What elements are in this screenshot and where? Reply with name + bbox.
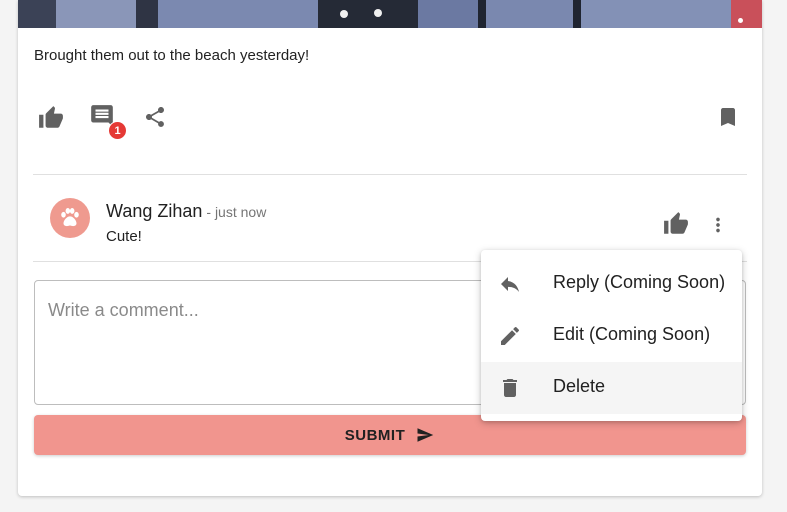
post-caption: Brought them out to the beach yesterday! [34,47,310,64]
comment-count-badge: 1 [108,121,127,140]
post-image[interactable] [18,0,762,28]
comment-timestamp: - just now [206,204,267,220]
comment-author[interactable]: Wang Zihan [106,201,202,221]
submit-label: SUBMIT [344,426,406,444]
submit-button[interactable]: SUBMIT [34,415,746,455]
thumb-up-icon[interactable] [38,105,64,131]
more-vert-icon[interactable] [707,212,729,238]
share-icon[interactable] [143,104,167,130]
divider [33,174,747,175]
menu-item-reply[interactable]: Reply (Coming Soon) [481,258,742,310]
send-icon [415,426,435,444]
menu-item-label: Delete [553,376,606,396]
menu-item-edit[interactable]: Edit (Coming Soon) [481,310,742,362]
comment-text: Cute! [106,228,142,245]
bookmark-icon[interactable] [716,104,740,130]
trash-icon [498,376,522,400]
menu-item-label: Reply (Coming Soon) [553,272,726,292]
menu-item-label: Edit (Coming Soon) [553,324,711,344]
comment-author-line: Wang Zihan - just now [106,201,266,222]
menu-item-delete[interactable]: Delete [481,362,742,414]
reply-icon [498,272,522,296]
post-card: Brought them out to the beach yesterday!… [18,0,762,496]
pencil-icon [498,324,522,348]
comment-like-icon[interactable] [663,211,689,237]
paw-icon [57,205,83,231]
comment-context-menu: Reply (Coming Soon) Edit (Coming Soon) D… [481,250,742,421]
avatar[interactable] [50,198,90,238]
